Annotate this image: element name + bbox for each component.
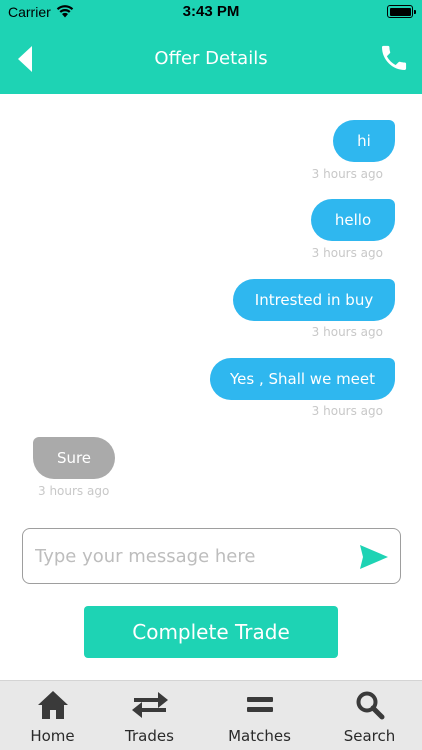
message-timestamp: 3 hours ago	[311, 404, 383, 418]
home-icon	[37, 691, 68, 719]
message-bubble-outgoing: hi	[333, 120, 395, 162]
message-input[interactable]	[35, 539, 345, 573]
complete-trade-button[interactable]: Complete Trade	[84, 606, 338, 658]
send-icon[interactable]	[359, 543, 389, 571]
tab-bar: Home Trades Matches Search	[0, 680, 422, 750]
tab-matches-label: Matches	[228, 727, 291, 745]
page-title: Offer Details	[154, 48, 268, 69]
swap-arrows-icon	[131, 692, 168, 718]
message-bubble-outgoing: hello	[311, 199, 395, 241]
message-timestamp: 3 hours ago	[38, 484, 110, 498]
message-timestamp: 3 hours ago	[311, 246, 383, 260]
message-bubble-incoming: Sure	[33, 437, 115, 479]
tab-home[interactable]: Home	[0, 681, 105, 750]
chat-thread[interactable]: hi 3 hours ago hello 3 hours ago Intrest…	[0, 94, 422, 514]
tab-search-label: Search	[343, 727, 396, 745]
nav-bar: Offer Details	[0, 24, 422, 94]
tab-trades[interactable]: Trades	[97, 681, 202, 750]
message-composer	[22, 528, 401, 584]
equals-icon	[246, 697, 273, 712]
tab-matches[interactable]: Matches	[207, 681, 312, 750]
search-icon	[356, 691, 384, 720]
battery-icon	[387, 5, 416, 18]
tab-trades-label: Trades	[125, 727, 174, 745]
phone-icon[interactable]	[378, 42, 410, 74]
tab-search[interactable]: Search	[317, 681, 422, 750]
status-bar: Carrier 3:43 PM	[0, 0, 422, 24]
message-timestamp: 3 hours ago	[311, 325, 383, 339]
tab-home-label: Home	[30, 727, 75, 745]
message-timestamp: 3 hours ago	[311, 167, 383, 181]
clock: 3:43 PM	[182, 3, 240, 20]
message-bubble-outgoing: Intrested in buy	[233, 279, 395, 321]
message-bubble-outgoing: Yes , Shall we meet	[210, 358, 395, 400]
